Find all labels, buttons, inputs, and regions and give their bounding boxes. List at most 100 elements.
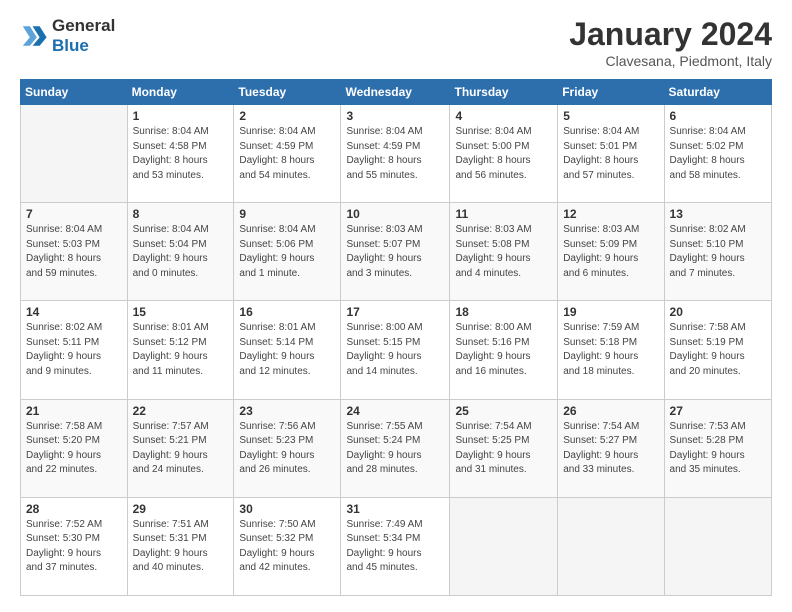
title-block: January 2024 Clavesana, Piedmont, Italy (569, 16, 772, 69)
day-info: Sunrise: 7:57 AMSunset: 5:21 PMDaylight:… (133, 420, 229, 478)
day-number: 5 (563, 109, 658, 123)
day-info: Sunrise: 8:03 AMSunset: 5:08 PMDaylight:… (455, 223, 552, 281)
day-number: 13 (670, 207, 766, 221)
day-number: 19 (563, 305, 658, 319)
day-number: 16 (239, 305, 335, 319)
day-cell (558, 497, 664, 595)
day-cell: 21Sunrise: 7:58 AMSunset: 5:20 PMDayligh… (21, 399, 128, 497)
day-cell: 22 Sunrise: 7:57 AMSunset: 5:21 PMDayligh… (127, 399, 234, 497)
day-info: Sunrise: 7:55 AMSunset: 5:24 PMDaylight:… (346, 420, 444, 478)
day-info: Sunrise: 8:04 AMSunset: 4:58 PMDaylight:… (133, 125, 229, 183)
day-info: Sunrise: 8:04 AMSunset: 4:59 PMDaylight:… (239, 125, 335, 183)
day-number: 6 (670, 109, 766, 123)
day-info: Sunrise: 7:58 AMSunset: 5:20 PMDaylight:… (26, 420, 122, 478)
day-info: Sunrise: 8:04 AMSunset: 5:00 PMDaylight:… (455, 125, 552, 183)
day-cell (664, 497, 771, 595)
header: General Blue January 2024 Clavesana, Pie… (20, 16, 772, 69)
day-cell: 9 Sunrise: 8:04 AMSunset: 5:06 PMDaylight… (234, 203, 341, 301)
week-row-2: 7 Sunrise: 8:04 AMSunset: 5:03 PMDaylight… (21, 203, 772, 301)
logo-icon (20, 22, 48, 50)
day-cell (21, 105, 128, 203)
day-number: 31 (346, 502, 444, 516)
day-number: 11 (455, 207, 552, 221)
day-info: Sunrise: 7:50 AMSunset: 5:32 PMDaylight:… (239, 518, 335, 576)
day-info: Sunrise: 7:58 AMSunset: 5:19 PMDaylight:… (670, 321, 766, 379)
day-cell: 3Sunrise: 8:04 AMSunset: 4:59 PMDaylight… (341, 105, 450, 203)
day-cell: 1 Sunrise: 8:04 AMSunset: 4:58 PMDaylight… (127, 105, 234, 203)
day-info: Sunrise: 8:01 AMSunset: 5:12 PMDaylight:… (133, 321, 229, 379)
week-row-5: 28 Sunrise: 7:52 AMSunset: 5:30 PMDayligh… (21, 497, 772, 595)
day-number: 9 (239, 207, 335, 221)
day-info: Sunrise: 8:02 AMSunset: 5:11 PMDaylight:… (26, 321, 122, 379)
day-number: 12 (563, 207, 658, 221)
week-row-1: 1 Sunrise: 8:04 AMSunset: 4:58 PMDaylight… (21, 105, 772, 203)
page: General Blue January 2024 Clavesana, Pie… (0, 0, 792, 612)
day-cell: 7 Sunrise: 8:04 AMSunset: 5:03 PMDaylight… (21, 203, 128, 301)
day-info: Sunrise: 8:02 AMSunset: 5:10 PMDaylight:… (670, 223, 766, 281)
weekday-header-thursday: Thursday (450, 80, 558, 105)
day-cell: 20 Sunrise: 7:58 AMSunset: 5:19 PMDayligh… (664, 301, 771, 399)
day-info: Sunrise: 7:51 AMSunset: 5:31 PMDaylight:… (133, 518, 229, 576)
weekday-header-sunday: Sunday (21, 80, 128, 105)
day-number: 1 (133, 109, 229, 123)
day-number: 28 (26, 502, 122, 516)
week-row-3: 14 Sunrise: 8:02 AMSunset: 5:11 PMDayligh… (21, 301, 772, 399)
day-info: Sunrise: 8:04 AMSunset: 5:01 PMDaylight:… (563, 125, 658, 183)
day-number: 2 (239, 109, 335, 123)
day-number: 22 (133, 404, 229, 418)
weekday-header-row: SundayMondayTuesdayWednesdayThursdayFrid… (21, 80, 772, 105)
day-cell: 29Sunrise: 7:51 AMSunset: 5:31 PMDayligh… (127, 497, 234, 595)
day-info: Sunrise: 8:01 AMSunset: 5:14 PMDaylight:… (239, 321, 335, 379)
day-number: 4 (455, 109, 552, 123)
day-cell: 15 Sunrise: 8:01 AMSunset: 5:12 PMDayligh… (127, 301, 234, 399)
weekday-header-tuesday: Tuesday (234, 80, 341, 105)
day-number: 7 (26, 207, 122, 221)
day-cell: 11 Sunrise: 8:03 AMSunset: 5:08 PMDayligh… (450, 203, 558, 301)
day-cell: 30 Sunrise: 7:50 AMSunset: 5:32 PMDayligh… (234, 497, 341, 595)
day-cell: 24 Sunrise: 7:55 AMSunset: 5:24 PMDayligh… (341, 399, 450, 497)
day-cell: 8Sunrise: 8:04 AMSunset: 5:04 PMDaylight… (127, 203, 234, 301)
day-cell: 27Sunrise: 7:53 AMSunset: 5:28 PMDayligh… (664, 399, 771, 497)
day-info: Sunrise: 7:56 AMSunset: 5:23 PMDaylight:… (239, 420, 335, 478)
day-cell: 17Sunrise: 8:00 AMSunset: 5:15 PMDayligh… (341, 301, 450, 399)
day-number: 14 (26, 305, 122, 319)
day-info: Sunrise: 7:54 AMSunset: 5:25 PMDaylight:… (455, 420, 552, 478)
day-cell: 18Sunrise: 8:00 AMSunset: 5:16 PMDayligh… (450, 301, 558, 399)
day-number: 10 (346, 207, 444, 221)
day-number: 15 (133, 305, 229, 319)
day-info: Sunrise: 7:52 AMSunset: 5:30 PMDaylight:… (26, 518, 122, 576)
day-number: 23 (239, 404, 335, 418)
logo: General Blue (20, 16, 115, 57)
day-cell: 2 Sunrise: 8:04 AMSunset: 4:59 PMDaylight… (234, 105, 341, 203)
day-cell: 12Sunrise: 8:03 AMSunset: 5:09 PMDayligh… (558, 203, 664, 301)
day-info: Sunrise: 8:04 AMSunset: 5:03 PMDaylight:… (26, 223, 122, 281)
day-cell: 23 Sunrise: 7:56 AMSunset: 5:23 PMDayligh… (234, 399, 341, 497)
week-row-4: 21Sunrise: 7:58 AMSunset: 5:20 PMDayligh… (21, 399, 772, 497)
day-cell: 28 Sunrise: 7:52 AMSunset: 5:30 PMDayligh… (21, 497, 128, 595)
day-cell: 16 Sunrise: 8:01 AMSunset: 5:14 PMDayligh… (234, 301, 341, 399)
day-info: Sunrise: 8:04 AMSunset: 5:06 PMDaylight:… (239, 223, 335, 281)
day-info: Sunrise: 7:49 AMSunset: 5:34 PMDaylight:… (346, 518, 444, 576)
weekday-header-wednesday: Wednesday (341, 80, 450, 105)
day-cell: 26 Sunrise: 7:54 AMSunset: 5:27 PMDayligh… (558, 399, 664, 497)
day-number: 17 (346, 305, 444, 319)
day-info: Sunrise: 7:54 AMSunset: 5:27 PMDaylight:… (563, 420, 658, 478)
logo-line2: Blue (52, 36, 115, 56)
day-info: Sunrise: 8:04 AMSunset: 4:59 PMDaylight:… (346, 125, 444, 183)
day-cell: 10Sunrise: 8:03 AMSunset: 5:07 PMDayligh… (341, 203, 450, 301)
logo-line1: General (52, 16, 115, 36)
day-number: 24 (346, 404, 444, 418)
day-info: Sunrise: 8:04 AMSunset: 5:02 PMDaylight:… (670, 125, 766, 183)
day-cell: 19Sunrise: 7:59 AMSunset: 5:18 PMDayligh… (558, 301, 664, 399)
month-title: January 2024 (569, 16, 772, 53)
day-cell: 31 Sunrise: 7:49 AMSunset: 5:34 PMDayligh… (341, 497, 450, 595)
day-info: Sunrise: 7:53 AMSunset: 5:28 PMDaylight:… (670, 420, 766, 478)
day-cell (450, 497, 558, 595)
day-cell: 13 Sunrise: 8:02 AMSunset: 5:10 PMDayligh… (664, 203, 771, 301)
day-number: 8 (133, 207, 229, 221)
day-cell: 25Sunrise: 7:54 AMSunset: 5:25 PMDayligh… (450, 399, 558, 497)
day-number: 20 (670, 305, 766, 319)
day-number: 26 (563, 404, 658, 418)
weekday-header-friday: Friday (558, 80, 664, 105)
day-number: 30 (239, 502, 335, 516)
